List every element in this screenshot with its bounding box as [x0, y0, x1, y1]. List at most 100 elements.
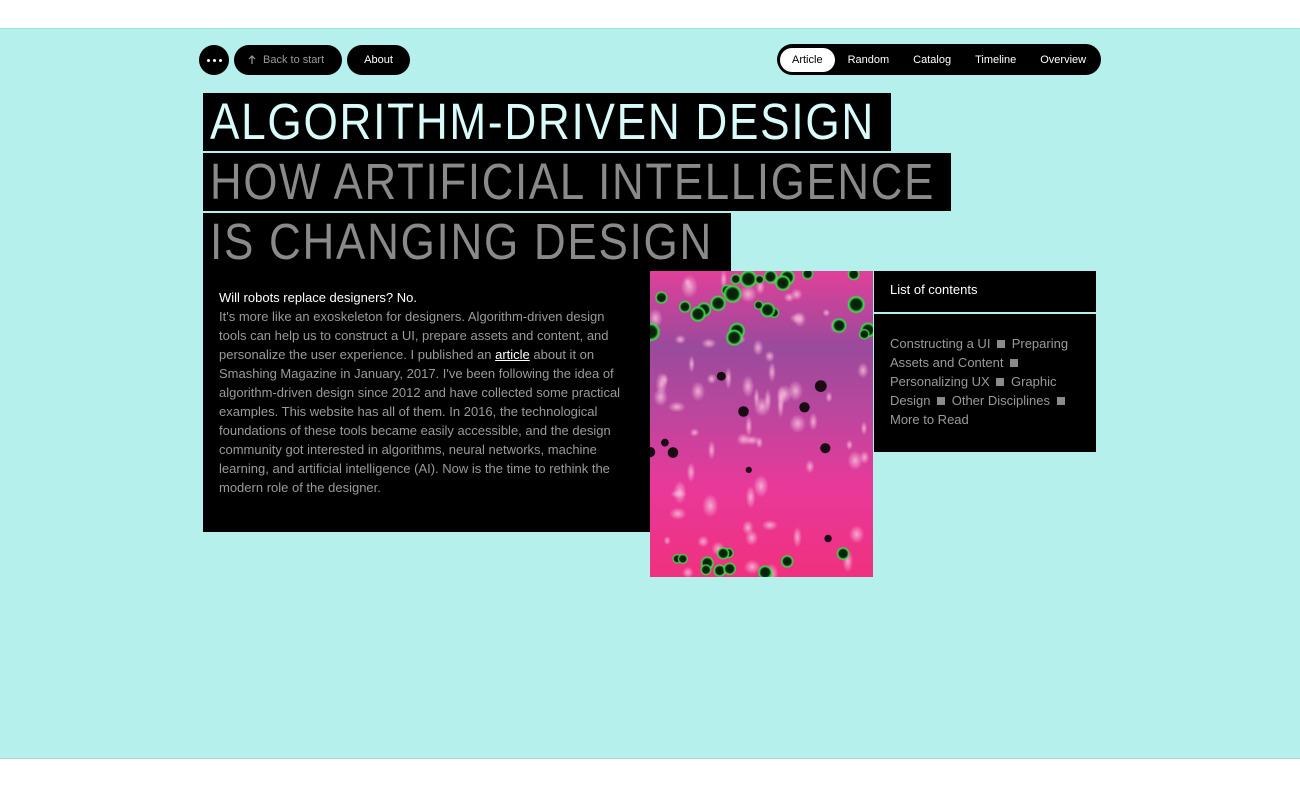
art-texture-blob	[701, 338, 717, 349]
art-dark-cell	[745, 466, 752, 473]
art-texture-blob	[849, 525, 865, 544]
art-dark-cell	[820, 443, 831, 454]
art-texture-blob	[673, 480, 687, 505]
art-dark-cell	[824, 534, 832, 543]
generative-artwork-image	[650, 271, 873, 577]
separator-square-icon	[997, 340, 1006, 348]
art-green-cell	[753, 300, 764, 311]
art-texture-blob	[859, 450, 870, 465]
art-texture-blob	[669, 507, 687, 520]
separator-square-icon	[937, 397, 946, 405]
art-texture-blob	[845, 439, 853, 451]
tab-catalog[interactable]: Catalog	[901, 48, 963, 72]
art-texture-blob	[783, 292, 795, 303]
art-green-cell	[678, 300, 692, 314]
intro-text-after-link: about it on Smashing Magazine in January…	[219, 347, 621, 495]
art-green-cell	[716, 546, 730, 561]
art-green-cell	[700, 563, 712, 576]
view-tabs: Article Random Catalog Timeline Overview	[777, 44, 1101, 75]
art-green-cell	[774, 274, 792, 292]
art-texture-blob	[768, 361, 776, 383]
art-texture-blob	[688, 355, 695, 373]
contents-title: List of contents	[874, 271, 1096, 312]
art-green-cell	[846, 295, 866, 314]
back-to-start-button[interactable]: Back to start	[234, 45, 342, 75]
art-texture-blob	[706, 373, 717, 385]
art-dark-cell	[667, 447, 679, 458]
art-texture-blob	[680, 274, 698, 299]
menu-button[interactable]	[199, 45, 229, 75]
separator-square-icon	[1056, 397, 1065, 405]
art-texture-blob	[825, 391, 833, 403]
art-green-cell	[836, 546, 851, 561]
art-texture-blob	[689, 428, 700, 437]
headline-line-1: ALGORITHM-DRIVEN DESIGN	[203, 93, 891, 151]
contents-item-other-disciplines[interactable]: Other Disciplines	[952, 393, 1050, 408]
art-texture-blob	[745, 530, 759, 546]
art-texture-blob	[686, 462, 696, 483]
separator-square-icon	[996, 378, 1005, 386]
art-texture-blob	[753, 397, 771, 417]
art-green-cell	[725, 328, 743, 347]
art-green-cell	[677, 553, 689, 565]
art-green-cell	[831, 317, 848, 334]
contents-item-constructing-ui[interactable]: Constructing a UI	[890, 336, 990, 351]
artwork-canvas	[650, 271, 873, 577]
art-texture-blob	[789, 414, 806, 433]
contents-list: Constructing a UI Preparing Assets and C…	[874, 314, 1096, 452]
art-texture-blob	[808, 412, 818, 431]
art-texture-blob	[690, 381, 706, 402]
art-green-cell	[689, 305, 707, 323]
art-texture-blob	[697, 535, 709, 548]
art-texture-blob	[702, 493, 719, 518]
back-to-start-label: Back to start	[263, 54, 325, 66]
art-texture-blob	[743, 435, 761, 446]
art-texture-blob	[753, 474, 769, 498]
art-texture-blob	[788, 380, 803, 402]
tab-article[interactable]: Article	[780, 47, 835, 72]
ellipsis-icon	[206, 58, 222, 62]
art-green-cell	[654, 290, 669, 305]
art-dark-cell	[716, 371, 726, 381]
arrow-up-icon	[248, 55, 256, 64]
art-texture-blob	[860, 421, 868, 436]
contents-item-personalizing-ux[interactable]: Personalizing UX	[890, 374, 990, 389]
art-texture-blob	[745, 415, 753, 437]
art-texture-blob	[805, 459, 815, 474]
contents-item-more-to-read[interactable]: More to Read	[890, 412, 969, 427]
art-texture-blob	[724, 366, 732, 390]
art-texture-blob	[761, 520, 778, 531]
headline-line-2: HOW ARTIFICIAL INTELLIGENCE	[203, 153, 951, 211]
art-texture-blob	[655, 372, 668, 396]
tab-timeline[interactable]: Timeline	[963, 48, 1028, 72]
art-dark-cell	[661, 438, 669, 447]
headline-line-3: IS CHANGING DESIGN	[203, 213, 731, 271]
art-dark-cell	[799, 402, 810, 413]
art-texture-blob	[777, 394, 785, 418]
page-viewport: Back to start About Article Random Catal…	[0, 28, 1300, 759]
art-green-cell	[780, 554, 794, 569]
art-texture-blob	[822, 308, 831, 317]
article-link[interactable]: article	[495, 347, 530, 362]
art-texture-blob	[684, 278, 692, 287]
art-texture-blob	[674, 334, 686, 345]
about-button[interactable]: About	[347, 45, 410, 75]
art-texture-blob	[792, 526, 802, 548]
art-texture-blob	[752, 339, 764, 356]
art-texture-blob	[764, 350, 775, 363]
art-texture-blob	[668, 401, 686, 413]
art-dark-cell	[814, 380, 827, 392]
art-green-cell	[858, 328, 871, 340]
art-texture-blob	[663, 536, 671, 546]
tab-overview[interactable]: Overview	[1028, 48, 1098, 72]
intro-lead: Will robots replace designers? No.	[219, 290, 417, 305]
art-texture-blob	[741, 375, 755, 398]
art-dark-cell	[738, 406, 749, 417]
tab-random[interactable]: Random	[836, 48, 902, 72]
art-texture-blob	[857, 362, 869, 379]
art-texture-blob	[707, 440, 716, 460]
art-green-cell	[722, 561, 737, 576]
intro-panel: Will robots replace designers? No. It's …	[203, 271, 650, 532]
art-green-cell	[754, 274, 765, 285]
separator-square-icon	[1010, 359, 1019, 367]
